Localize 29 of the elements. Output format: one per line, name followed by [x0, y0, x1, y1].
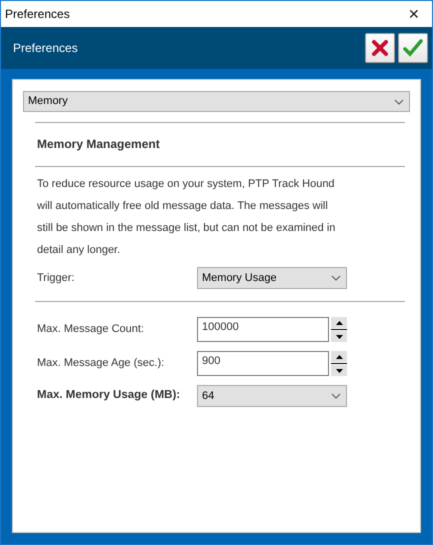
chevron-icon — [331, 275, 341, 281]
close-button[interactable]: ✕ — [402, 7, 426, 21]
chevron-icon — [394, 98, 404, 104]
cross-icon — [371, 39, 390, 57]
field-label: Max. Message Count: — [37, 322, 145, 338]
window-title: Preferences — [5, 6, 70, 23]
spin-up-button[interactable] — [331, 317, 347, 328]
up-arrow-icon — [336, 354, 342, 358]
field-label: Max. Message Age (sec.): — [37, 356, 166, 372]
category-dropdown[interactable]: Memory — [23, 91, 410, 112]
chevron-icon — [331, 393, 341, 399]
check-icon — [403, 39, 423, 57]
trigger-dropdown[interactable]: Memory Usage — [197, 267, 347, 289]
number-field[interactable]: 100000 — [197, 317, 329, 342]
description-text: To reduce resource usage on your system, PTP Track Hound will automatically free old message data. The messages will still be shown in the message list, but can not be examined in detail any longer. — [36, 177, 336, 258]
number-field[interactable]: 900 — [197, 351, 329, 376]
header-title: Preferences — [13, 40, 78, 57]
size-limit-dropdown[interactable]: 64 — [197, 385, 347, 407]
spin-down-button[interactable] — [331, 365, 347, 376]
section-title: Memory Management — [36, 136, 161, 153]
down-arrow-icon — [336, 334, 342, 338]
field-label: Trigger: — [37, 270, 76, 286]
spin-down-button[interactable] — [331, 331, 347, 342]
cancel-button[interactable] — [365, 33, 396, 63]
field-label: Max. Memory Usage (MB): — [37, 388, 182, 404]
spin-up-button[interactable] — [331, 351, 347, 362]
down-arrow-icon — [336, 368, 342, 372]
up-arrow-icon — [336, 320, 342, 324]
ok-button[interactable] — [398, 33, 428, 63]
